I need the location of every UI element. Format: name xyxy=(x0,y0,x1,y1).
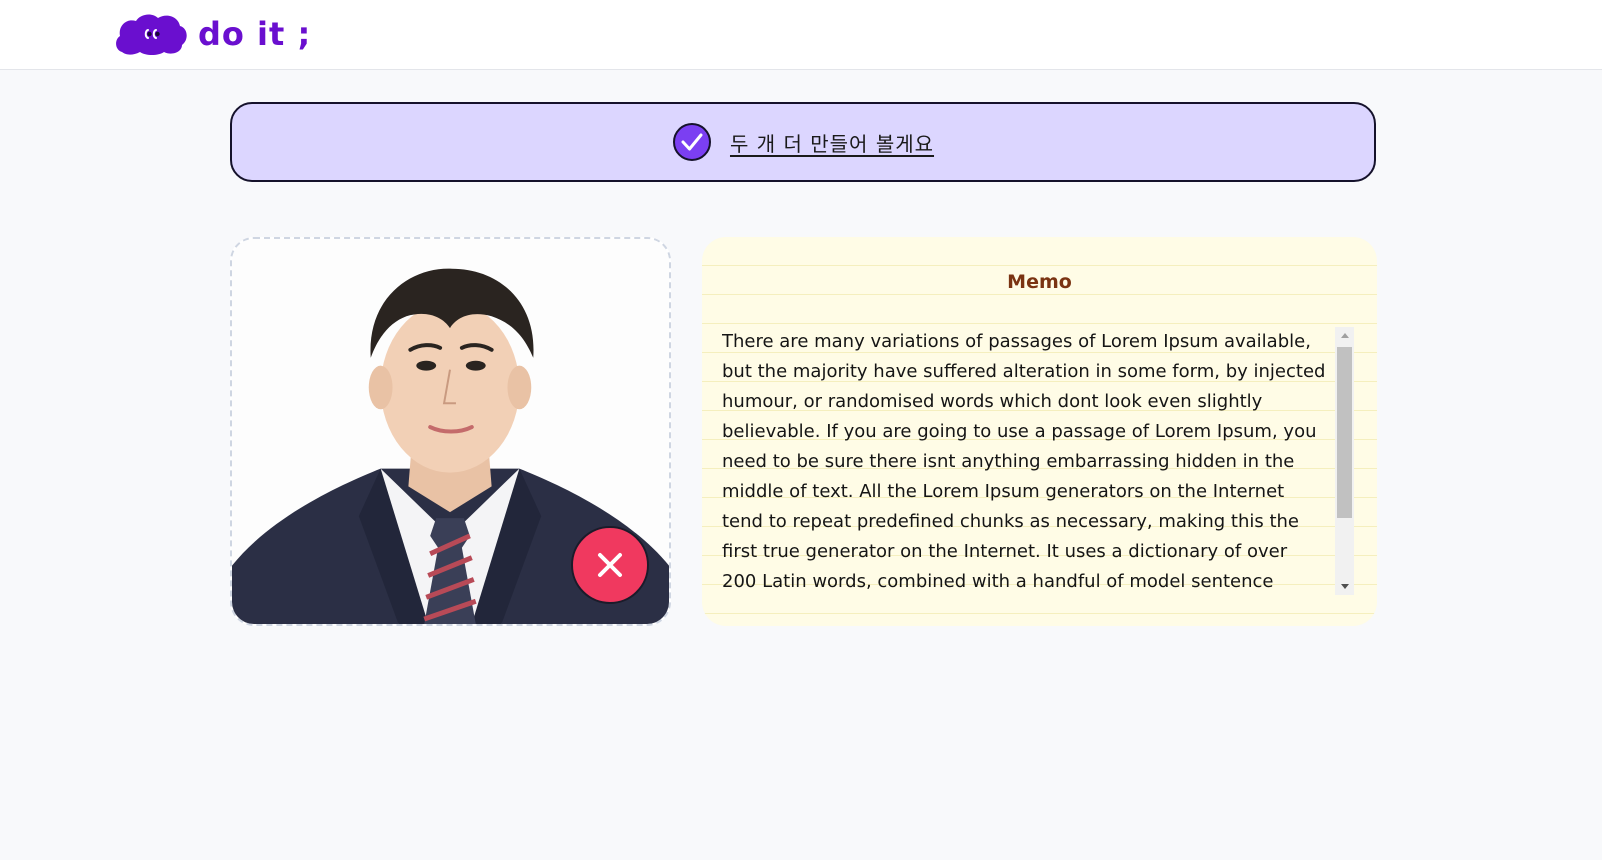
scroll-thumb[interactable] xyxy=(1337,347,1352,518)
purple-cloud-face-icon xyxy=(116,14,187,56)
delete-photo-button[interactable] xyxy=(571,526,649,604)
banner-link-text[interactable]: 두 개 더 만들어 볼게요 xyxy=(730,128,934,157)
memo-text[interactable]: There are many variations of passages of… xyxy=(722,327,1327,597)
app-header: do it ; xyxy=(0,0,1602,70)
logo[interactable]: do it ; xyxy=(114,12,311,56)
close-icon xyxy=(598,553,622,577)
logo-text: do it ; xyxy=(198,15,312,53)
memo-card: Memo There are many variations of passag… xyxy=(702,237,1377,626)
memo-title: Memo xyxy=(1007,271,1072,293)
photo-card xyxy=(230,237,671,626)
scroll-up-arrow-icon[interactable] xyxy=(1335,327,1354,344)
check-circle-icon xyxy=(672,123,711,161)
memo-textarea[interactable]: There are many variations of passages of… xyxy=(722,327,1354,599)
memo-scrollbar[interactable] xyxy=(1335,327,1354,595)
scroll-down-arrow-icon[interactable] xyxy=(1335,578,1354,595)
goal-banner[interactable]: 두 개 더 만들어 볼게요 xyxy=(230,102,1376,182)
